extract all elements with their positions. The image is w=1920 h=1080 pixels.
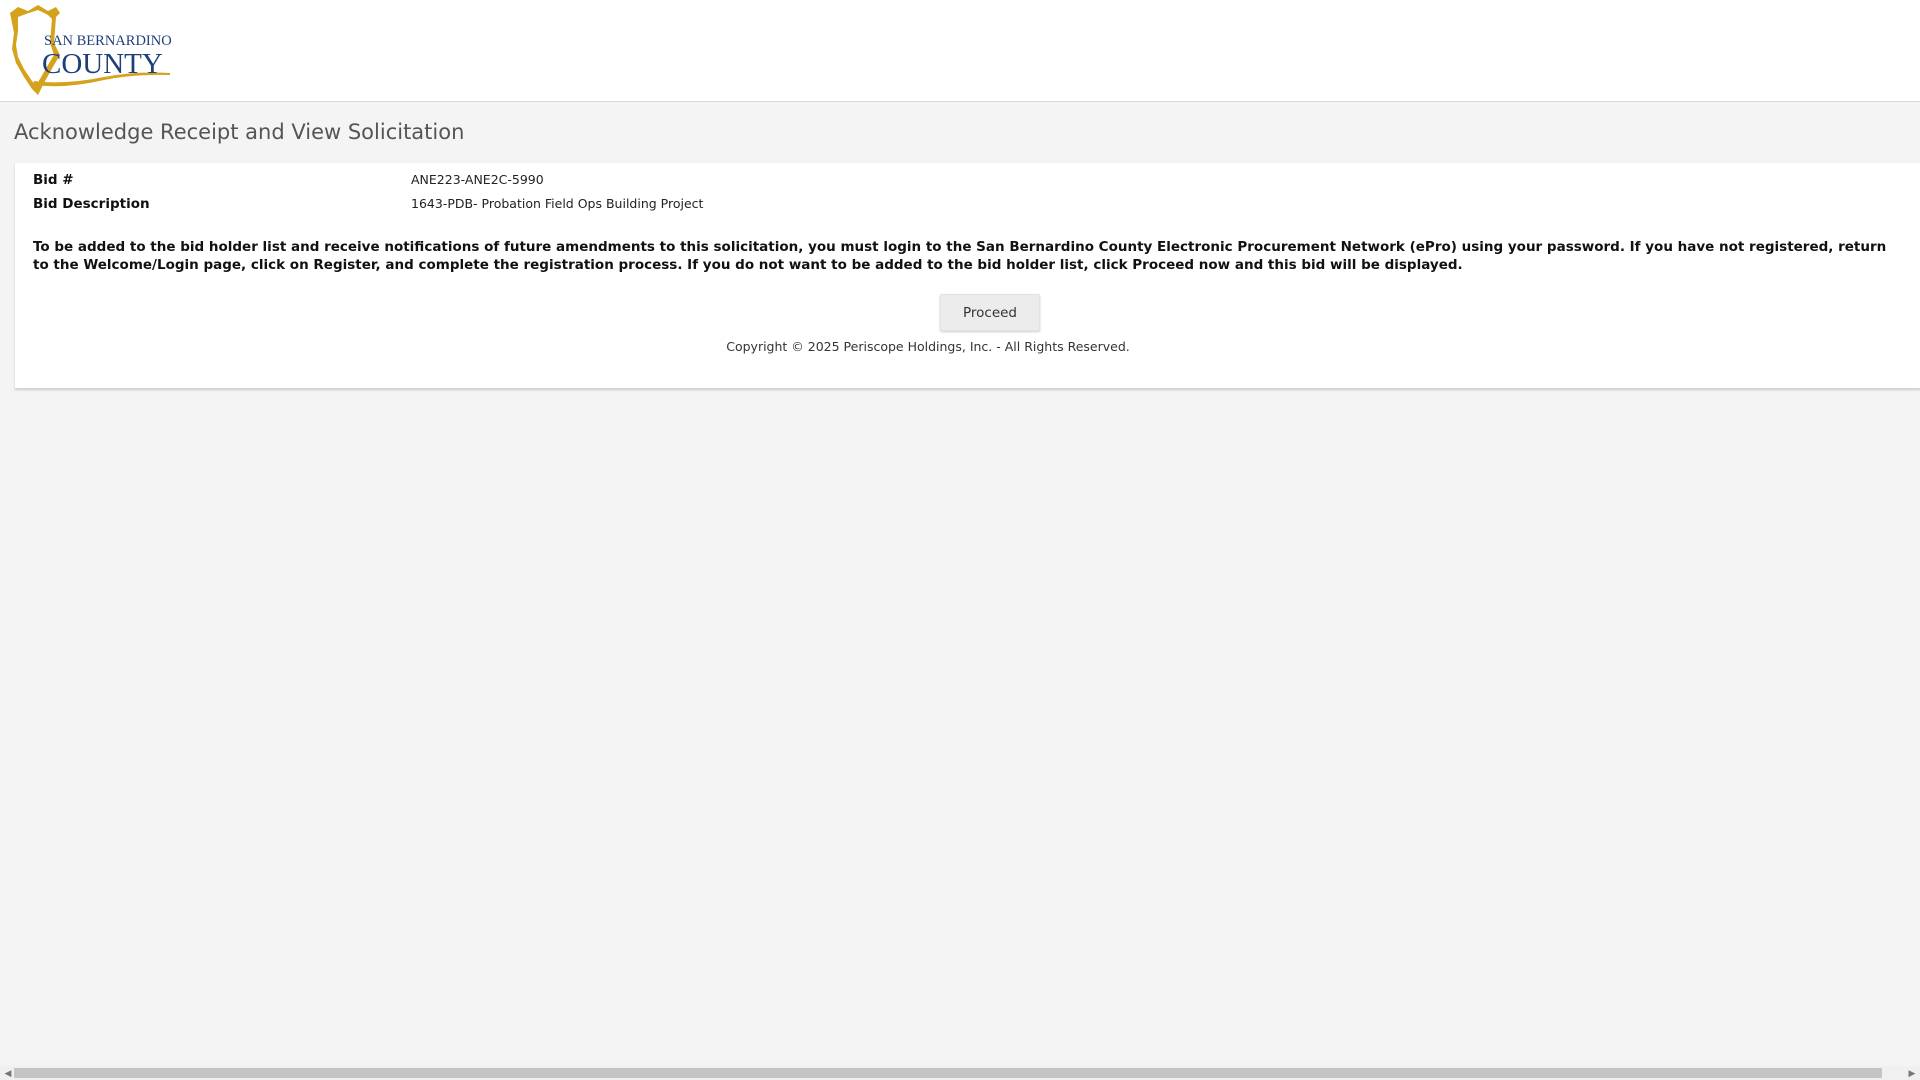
scrollbar-thumb[interactable] — [14, 1068, 1882, 1078]
logo-text-bottom: COUNTY — [42, 48, 163, 80]
solicitation-panel: Bid # ANE223-ANE2C-5990 Bid Description … — [15, 163, 1920, 389]
page-title: Acknowledge Receipt and View Solicitatio… — [14, 120, 465, 144]
scroll-left-icon[interactable]: ◀ — [2, 1068, 14, 1080]
bid-number-value: ANE223-ANE2C-5990 — [411, 172, 544, 187]
logo-text-top: SAN BERNARDINO — [44, 33, 172, 49]
bid-holder-notice: To be added to the bid holder list and r… — [33, 239, 1887, 273]
scroll-right-icon[interactable]: ▶ — [1906, 1068, 1918, 1080]
horizontal-scrollbar[interactable]: ◀ ▶ — [0, 1066, 1920, 1080]
san-bernardino-county-logo[interactable]: SAN BERNARDINO COUNTY — [4, 3, 174, 99]
proceed-button[interactable]: Proceed — [940, 294, 1040, 331]
copyright-text: Copyright © 2025 Periscope Holdings, Inc… — [726, 339, 1130, 354]
page-header: SAN BERNARDINO COUNTY — [0, 0, 1920, 102]
bid-description-value: 1643-PDB- Probation Field Ops Building P… — [411, 196, 704, 211]
county-shield-icon: SAN BERNARDINO COUNTY — [10, 5, 172, 95]
bid-description-label: Bid Description — [33, 196, 150, 212]
bid-number-label: Bid # — [33, 172, 74, 188]
